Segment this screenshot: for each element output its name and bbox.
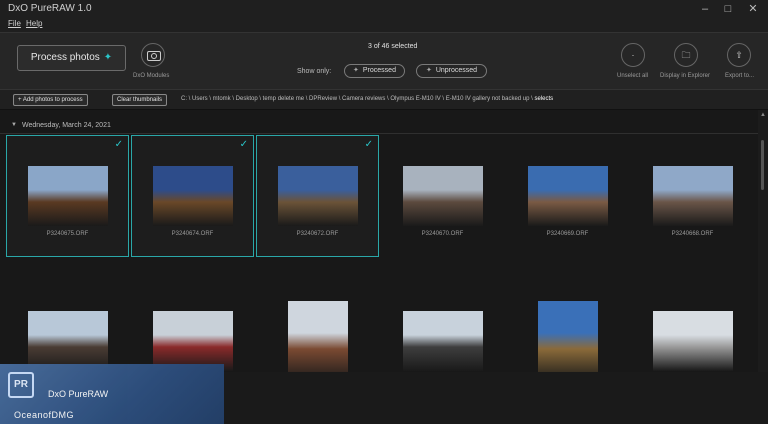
- filter-processed-label: Processed: [362, 67, 396, 74]
- thumbnail-filename: P3240670.ORF: [421, 231, 464, 237]
- export-to-label: Export to...: [725, 73, 755, 79]
- photo-thumbnail: [152, 311, 233, 371]
- scrollbar[interactable]: ▲: [758, 110, 768, 372]
- filter-unprocessed-button[interactable]: ✦ Unprocessed: [416, 64, 487, 78]
- scroll-up-icon[interactable]: ▲: [760, 112, 766, 118]
- checkmark-icon: ✓: [364, 139, 373, 150]
- watermark-brand: OceanofDMG: [14, 410, 75, 420]
- toolbar: Process photos ✦ DxO Modules 3 of 46 sele…: [0, 32, 768, 89]
- thumbnail-card[interactable]: ✓ P3240672.ORF: [256, 135, 379, 257]
- pureraw-logo-icon: PR: [8, 372, 34, 398]
- menu-bar: File Help: [0, 19, 768, 32]
- photo-thumbnail: [652, 311, 733, 371]
- photo-thumbnail: [277, 166, 358, 226]
- photo-thumbnail: [537, 301, 598, 381]
- watermark-app-label: DxO PureRAW: [48, 389, 109, 399]
- dxo-modules-label: DxO Modules: [133, 73, 170, 79]
- add-photos-button[interactable]: + Add photos to process: [13, 94, 88, 106]
- sparkle-icon: ✦: [425, 67, 432, 74]
- menu-help[interactable]: Help: [26, 19, 42, 28]
- date-group-label: Wednesday, March 24, 2021: [22, 122, 111, 129]
- photo-thumbnail: [652, 166, 733, 226]
- photo-thumbnail: [287, 301, 348, 381]
- camera-icon[interactable]: [141, 43, 165, 67]
- photo-thumbnail: [27, 311, 108, 371]
- clear-thumbnails-button[interactable]: Clear thumbnails: [112, 94, 168, 106]
- minimize-icon[interactable]: –: [696, 2, 714, 17]
- thumbnail-filename: P3240674.ORF: [171, 231, 214, 237]
- unselect-all-icon[interactable]: ·: [621, 43, 645, 67]
- thumbnail-card[interactable]: P3240669.ORF: [506, 135, 629, 257]
- thumbnail-filename: P3240672.ORF: [296, 231, 339, 237]
- selection-count: 3 of 46 selected: [368, 43, 418, 50]
- title-bar: DxO PureRAW 1.0 – □ ✕: [0, 0, 768, 19]
- export-icon[interactable]: ⇧: [727, 43, 751, 67]
- filter-unprocessed-label: Unprocessed: [435, 67, 478, 74]
- collapse-triangle-icon[interactable]: ▼: [11, 122, 17, 128]
- thumbnail-filename: P3240669.ORF: [546, 231, 589, 237]
- thumbnail-card[interactable]: P3240668.ORF: [631, 135, 754, 257]
- thumbnail-filename: P3240675.ORF: [46, 231, 89, 237]
- photo-thumbnail: [402, 311, 483, 371]
- display-in-explorer-label: Display in Explorer: [660, 73, 711, 79]
- window-title: DxO PureRAW 1.0: [8, 3, 92, 14]
- maximize-icon[interactable]: □: [719, 2, 737, 17]
- plus-icon: +: [18, 97, 22, 103]
- thumbnail-card[interactable]: ✓ P3240675.ORF: [6, 135, 129, 257]
- checkmark-icon: ✓: [114, 139, 123, 150]
- photo-thumbnail: [402, 166, 483, 226]
- close-icon[interactable]: ✕: [744, 2, 762, 17]
- path-bar: + Add photos to process Clear thumbnails…: [0, 89, 768, 110]
- folder-icon[interactable]: 🗀: [674, 43, 698, 67]
- filter-processed-button[interactable]: ✦ Processed: [344, 64, 405, 78]
- breadcrumb[interactable]: C: \ Users \ mtomk \ Desktop \ temp dele…: [181, 96, 553, 102]
- checkmark-icon: ✓: [239, 139, 248, 150]
- scrollbar-thumb[interactable]: [761, 140, 764, 190]
- photo-thumbnail: [152, 166, 233, 226]
- thumbnail-card[interactable]: ✓ P3240674.ORF: [131, 135, 254, 257]
- add-photos-label: Add photos to process: [22, 97, 83, 103]
- breadcrumb-current: selects: [534, 96, 554, 102]
- thumbnail-card[interactable]: P3240670.ORF: [381, 135, 504, 257]
- date-group-header[interactable]: ▼ Wednesday, March 24, 2021: [0, 120, 758, 134]
- thumbnail-filename: P3240668.ORF: [671, 231, 714, 237]
- breadcrumb-path: C: \ Users \ mtomk \ Desktop \ temp dele…: [181, 96, 533, 102]
- sparkle-icon: ✦: [353, 67, 359, 74]
- sparkle-icon: ✦: [103, 52, 113, 63]
- process-photos-label: Process photos: [30, 52, 100, 63]
- show-only-label: Show only:: [297, 68, 332, 75]
- unselect-all-label: Unselect all: [617, 73, 649, 79]
- photo-thumbnail: [27, 166, 108, 226]
- photo-thumbnail: [527, 166, 608, 226]
- menu-file[interactable]: File: [8, 19, 21, 28]
- process-photos-button[interactable]: Process photos ✦: [17, 45, 126, 71]
- watermark-banner: PR DxO PureRAW OceanofDMG: [0, 364, 224, 424]
